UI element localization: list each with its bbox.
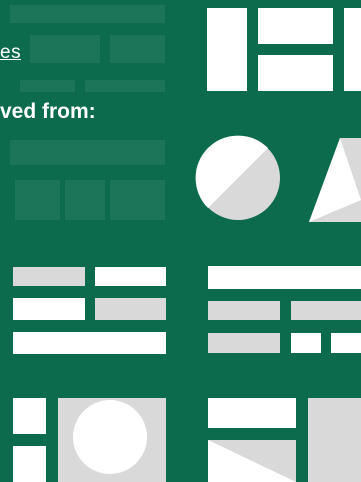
text-lines-icon <box>13 267 166 354</box>
image-card-icon <box>13 398 166 482</box>
slide-canvas: es ved from: <box>0 0 361 482</box>
table-rows-icon <box>208 266 361 353</box>
circle-triangle-icon <box>195 135 361 222</box>
layout-grid-icon <box>207 8 361 91</box>
image-text-icon <box>208 398 361 482</box>
layout-icons <box>13 8 361 482</box>
